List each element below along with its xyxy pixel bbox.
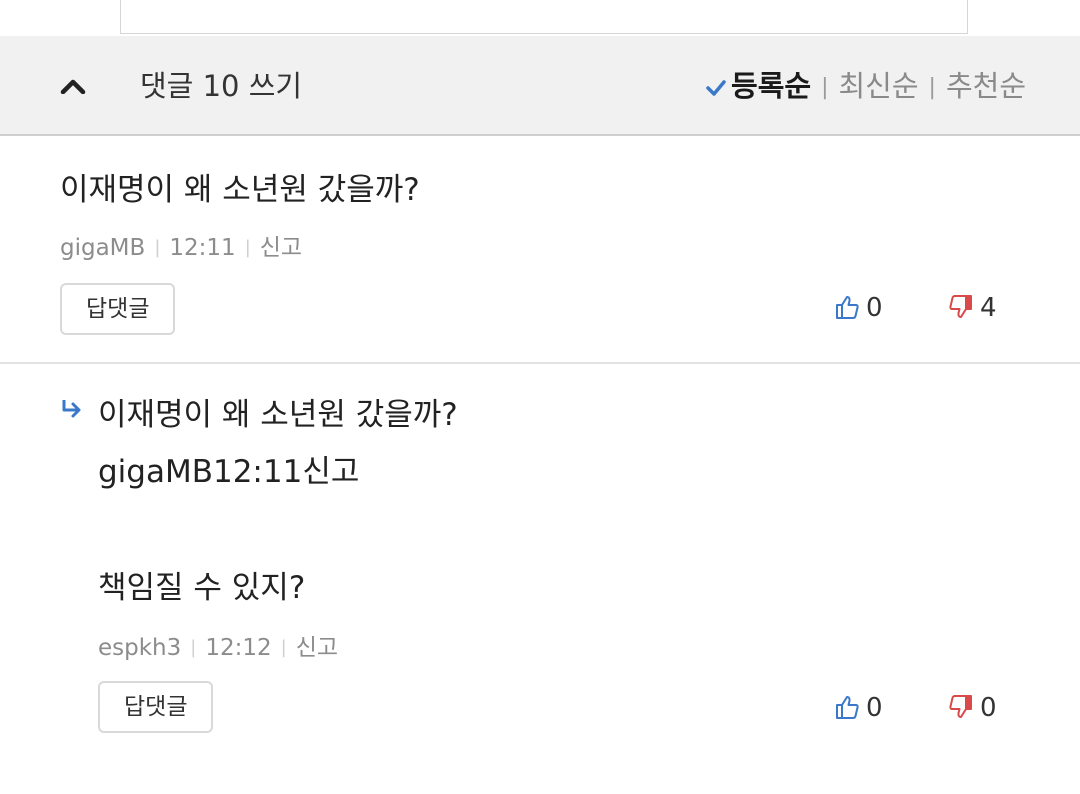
reply-button[interactable]: 답댓글 xyxy=(98,681,214,733)
report-link[interactable]: 신고 xyxy=(296,635,338,661)
thumbs-up-icon xyxy=(836,696,859,719)
meta-separator: | xyxy=(244,237,251,258)
meta-separator: | xyxy=(280,637,287,658)
chevron-up-icon[interactable] xyxy=(60,78,86,94)
comment-time: 12:11 xyxy=(169,235,236,261)
quoted-comment-text: 이재명이 왜 소년원 갔을까? xyxy=(98,397,458,433)
meta-separator: | xyxy=(190,637,197,658)
comment-divider xyxy=(0,362,1080,364)
like-button[interactable]: 0 xyxy=(834,692,883,724)
dislike-button[interactable]: 0 xyxy=(948,692,997,724)
sort-separator: | xyxy=(821,75,829,100)
reply-arrow-icon xyxy=(62,400,81,418)
comment-author: gigaMB xyxy=(60,235,146,261)
report-link[interactable]: 신고 xyxy=(260,235,302,261)
reply-meta: espkh3 | 12:12 | 신고 xyxy=(98,633,338,663)
comment-meta: gigaMB | 12:11 | 신고 xyxy=(60,233,302,263)
previous-content-box xyxy=(120,0,968,34)
dislike-count: 4 xyxy=(980,293,997,323)
reply-author: espkh3 xyxy=(98,635,182,661)
check-icon xyxy=(706,80,726,96)
thumbs-down-icon xyxy=(949,295,972,318)
dislike-button[interactable]: 4 xyxy=(948,292,997,324)
reply-time: 12:12 xyxy=(205,635,272,661)
thumbs-down-icon xyxy=(949,695,972,718)
like-button[interactable]: 0 xyxy=(834,292,883,324)
like-count: 0 xyxy=(866,293,883,323)
sort-separator: | xyxy=(928,75,936,100)
comment-header-bar: 댓글 10 쓰기 등록순 | 최신순 | 추천순 xyxy=(0,36,1080,136)
sort-tab-recommended[interactable]: 추천순 xyxy=(946,69,1026,103)
thumbs-up-icon xyxy=(836,296,859,319)
reply-button[interactable]: 답댓글 xyxy=(60,283,176,335)
write-comment-link[interactable]: 댓글 10 쓰기 xyxy=(140,68,302,104)
sort-tab-latest[interactable]: 최신순 xyxy=(838,69,918,103)
like-count: 0 xyxy=(866,693,883,723)
sort-tabs: 등록순 | 최신순 | 추천순 xyxy=(705,68,1026,106)
quoted-comment-meta: gigaMB12:11신고 xyxy=(98,454,360,490)
dislike-count: 0 xyxy=(980,693,997,723)
meta-separator: | xyxy=(154,237,161,258)
reply-text: 책임질 수 있지? xyxy=(98,570,306,606)
sort-tab-registered[interactable]: 등록순 xyxy=(731,69,811,103)
comment-text: 이재명이 왜 소년원 갔을까? xyxy=(60,172,420,208)
